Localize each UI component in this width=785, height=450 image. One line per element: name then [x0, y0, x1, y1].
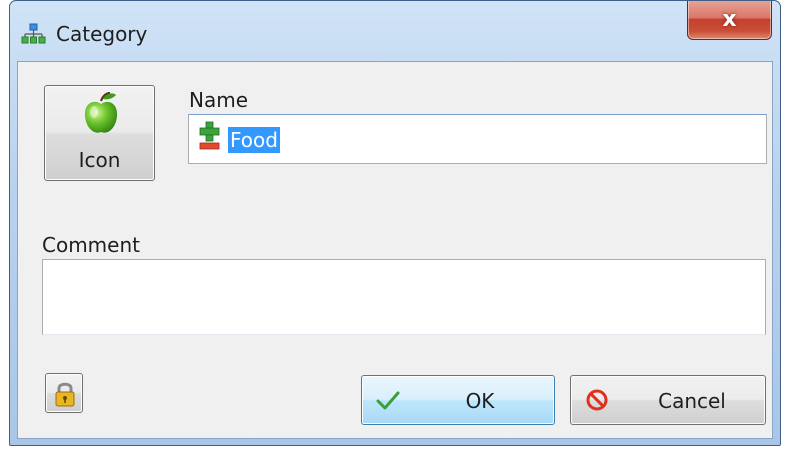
checkmark-icon — [376, 388, 400, 412]
window-title: Category — [56, 22, 148, 46]
plus-minus-icon — [199, 121, 221, 157]
title-bar[interactable]: Category x — [10, 1, 780, 61]
close-button[interactable]: x — [687, 1, 772, 40]
category-tree-icon — [21, 23, 47, 45]
icon-button-label: Icon — [78, 148, 121, 172]
ok-button[interactable]: OK — [361, 375, 555, 425]
name-value: Food — [228, 127, 280, 153]
no-entry-icon — [585, 388, 609, 412]
choose-icon-button[interactable]: Icon — [44, 85, 155, 181]
comment-label: Comment — [42, 233, 140, 257]
lock-button[interactable] — [45, 373, 83, 413]
padlock-icon — [55, 382, 75, 407]
ok-label: OK — [465, 389, 495, 413]
dialog-body: Icon Name Food Comment OK Cancel — [17, 61, 773, 439]
cancel-label: Cancel — [658, 389, 726, 413]
cancel-button[interactable]: Cancel — [570, 375, 766, 425]
name-input[interactable]: Food — [188, 114, 767, 164]
category-dialog-window: Category x Icon Name Food Comment OK Can… — [9, 0, 781, 446]
comment-input[interactable] — [42, 259, 766, 335]
name-label: Name — [189, 88, 249, 112]
close-icon: x — [722, 7, 737, 32]
apple-icon — [83, 91, 119, 136]
